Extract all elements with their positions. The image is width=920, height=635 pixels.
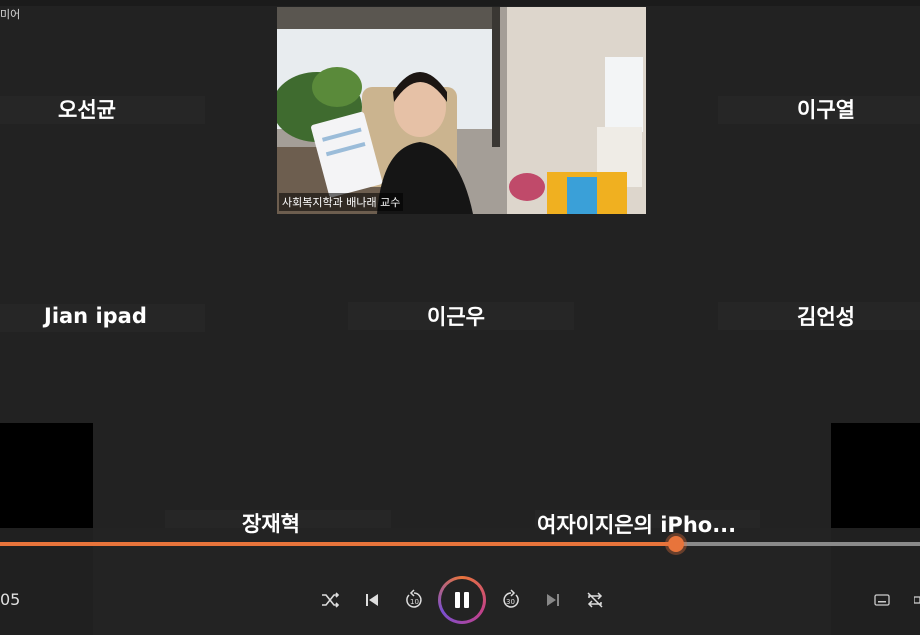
participant-name: 여자이지은의 iPho... (537, 513, 737, 537)
pause-button[interactable] (438, 576, 486, 624)
participant-name: 이구열 (797, 98, 855, 122)
shuffle-icon[interactable] (315, 585, 345, 615)
previous-icon[interactable] (357, 585, 387, 615)
pause-icon (455, 592, 469, 608)
video-caption: 사회복지학과 배나래 교수 (279, 193, 404, 211)
svg-text:30: 30 (506, 598, 515, 606)
subtitles-icon[interactable] (874, 592, 890, 611)
participant-name: 이근우 (427, 305, 485, 329)
more-controls-icon[interactable] (913, 592, 920, 611)
participant-name: 오선균 (58, 98, 116, 122)
rewind-10-icon[interactable]: 10 (399, 585, 429, 615)
presenter-video: 사회복지학과 배나래 교수 (277, 7, 646, 214)
video-placeholder (0, 423, 93, 528)
seek-progress (0, 542, 677, 546)
svg-text:10: 10 (410, 598, 419, 606)
app-title: 미어 (0, 8, 21, 21)
participant-name: 김언성 (797, 305, 855, 329)
video-frame-illustration (277, 7, 646, 214)
repeat-icon[interactable] (580, 585, 610, 615)
title-bar (0, 0, 920, 6)
next-icon[interactable] (538, 585, 568, 615)
forward-30-icon[interactable]: 30 (496, 585, 526, 615)
participant-name: 장재혁 (242, 512, 300, 536)
participant-name: Jian ipad (44, 304, 147, 328)
elapsed-time: 05 (0, 590, 21, 609)
video-placeholder (831, 423, 920, 528)
